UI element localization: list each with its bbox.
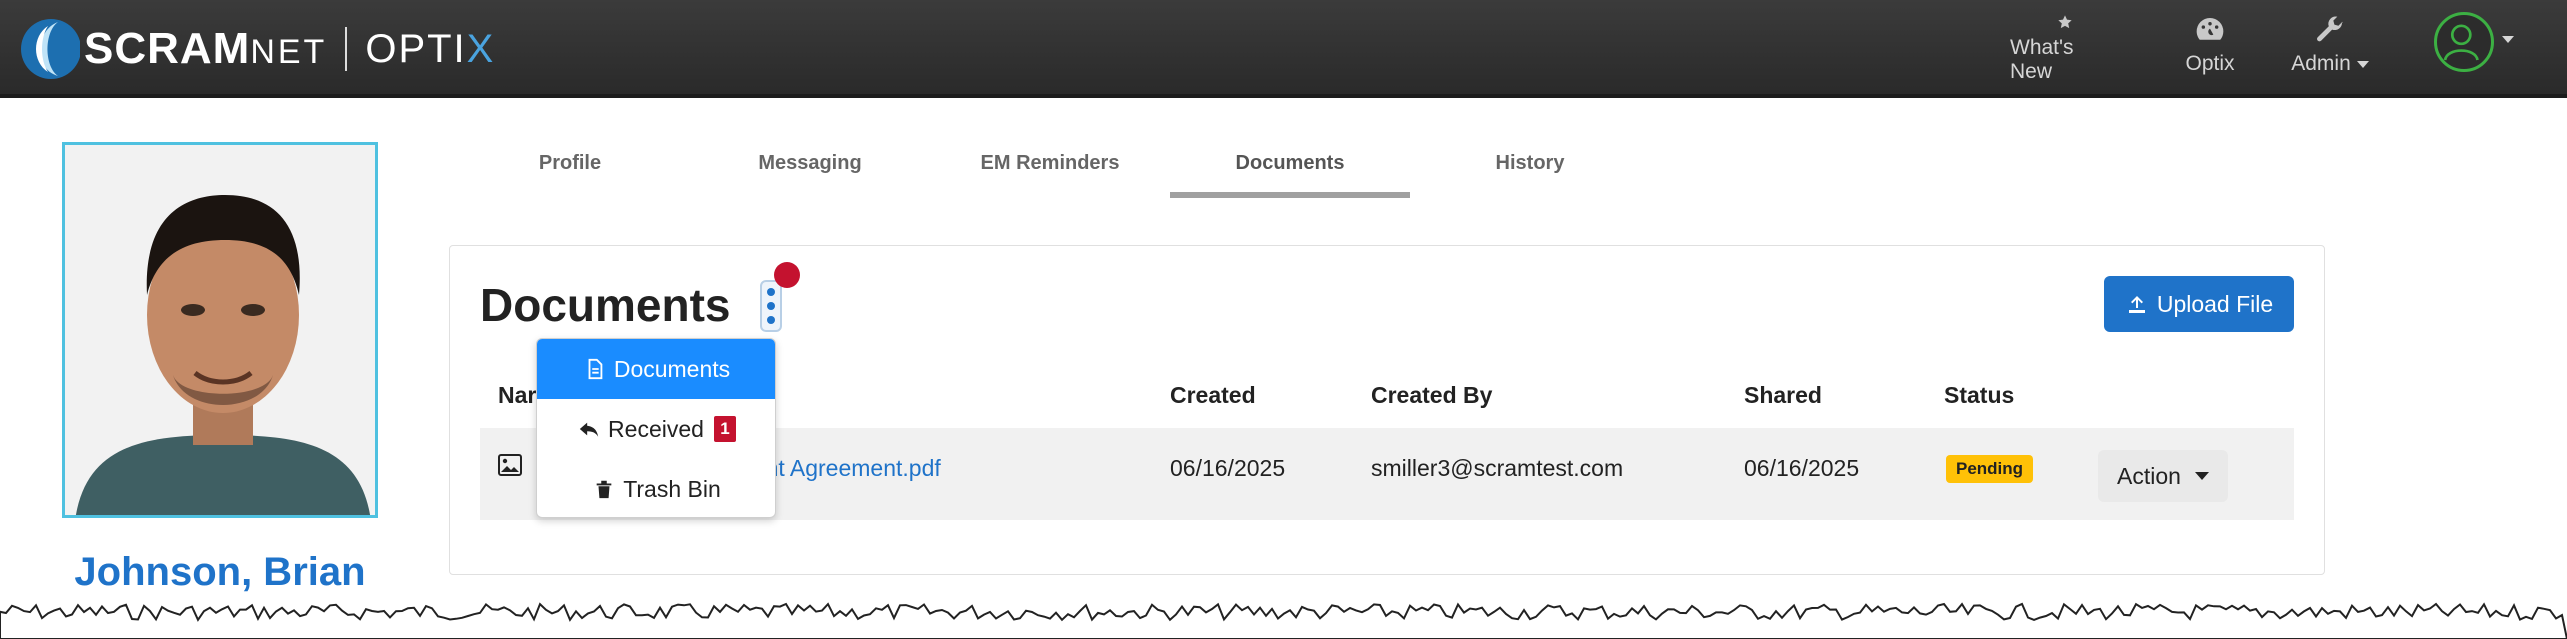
upload-icon: [2128, 296, 2145, 313]
upload-file-button[interactable]: Upload File: [2104, 276, 2294, 332]
brand-logo[interactable]: SCRAMNET OPTIX: [18, 14, 495, 84]
swirl-logo-icon: [21, 19, 80, 79]
wrench-icon: [2317, 16, 2343, 42]
optix-label: Optix: [2185, 52, 2235, 75]
column-header-created-by[interactable]: Created By: [1371, 382, 1492, 409]
dashboard-icon: [2196, 18, 2224, 40]
product-name: OPTIX: [365, 26, 496, 71]
admin-label: Admin: [2291, 52, 2369, 76]
optix-nav[interactable]: Optix: [2180, 14, 2240, 84]
tab-messaging[interactable]: Messaging: [740, 150, 880, 198]
admin-nav[interactable]: Admin: [2285, 14, 2375, 84]
user-silhouette-icon: [2443, 24, 2479, 61]
document-created: 06/16/2025: [1170, 455, 1286, 481]
chevron-down-icon: [2356, 60, 2369, 68]
column-header-status[interactable]: Status: [1944, 382, 2014, 409]
menu-item-documents-label: Documents: [613, 355, 731, 382]
torn-edge-decoration: [0, 602, 2567, 639]
tab-history[interactable]: History: [1460, 150, 1600, 198]
profile-photo: [62, 142, 378, 518]
client-name: Johnson, Brian: [74, 550, 366, 594]
tab-documents[interactable]: Documents: [1170, 150, 1410, 198]
user-menu-caret-icon[interactable]: [2502, 36, 2514, 43]
menu-item-trash-label: Trash Bin: [623, 475, 721, 502]
menu-item-documents[interactable]: Documents: [537, 339, 775, 399]
upload-file-label: Upload File: [2156, 290, 2274, 317]
star-icon: [2058, 15, 2072, 29]
whats-new-label: What's New: [2010, 36, 2074, 83]
folder-dropdown-menu: Documents Received 1 Trash Bin: [536, 338, 776, 518]
menu-item-received[interactable]: Received 1: [537, 399, 775, 459]
whats-new-nav[interactable]: What's New: [2010, 14, 2120, 84]
tab-em-reminders[interactable]: EM Reminders: [970, 150, 1130, 198]
file-icon: [588, 358, 603, 380]
status-badge: Pending: [1946, 455, 2034, 483]
document-shared: 06/16/2025: [1744, 455, 1860, 481]
active-tab-indicator: [1170, 192, 1410, 198]
person-portrait-icon: [65, 145, 375, 515]
notification-dot: [774, 262, 800, 288]
folder-menu-toggle[interactable]: [760, 280, 782, 332]
image-file-icon: [498, 454, 522, 476]
action-label: Action: [2117, 462, 2181, 489]
menu-item-received-label: Received: [608, 415, 704, 442]
menu-item-trash-bin[interactable]: Trash Bin: [537, 459, 775, 517]
tab-profile[interactable]: Profile: [500, 150, 640, 198]
documents-title: Documents: [480, 279, 731, 331]
trash-icon: [596, 480, 612, 499]
column-header-shared[interactable]: Shared: [1744, 382, 1822, 409]
brand-name: SCRAMNET: [84, 24, 328, 73]
top-navbar: SCRAMNET OPTIX What's New Optix Admin: [0, 0, 2567, 98]
column-header-created[interactable]: Created: [1170, 382, 1256, 409]
action-dropdown-button[interactable]: Action: [2098, 450, 2228, 502]
column-header-name[interactable]: Nar: [498, 382, 536, 409]
logo-divider: [345, 27, 348, 71]
received-count-badge: 1: [713, 416, 736, 442]
chevron-down-icon: [2194, 472, 2209, 480]
user-avatar-icon[interactable]: [2434, 12, 2494, 72]
document-created-by: smiller3@scramtest.com: [1371, 455, 1624, 481]
reply-icon: [579, 422, 599, 437]
